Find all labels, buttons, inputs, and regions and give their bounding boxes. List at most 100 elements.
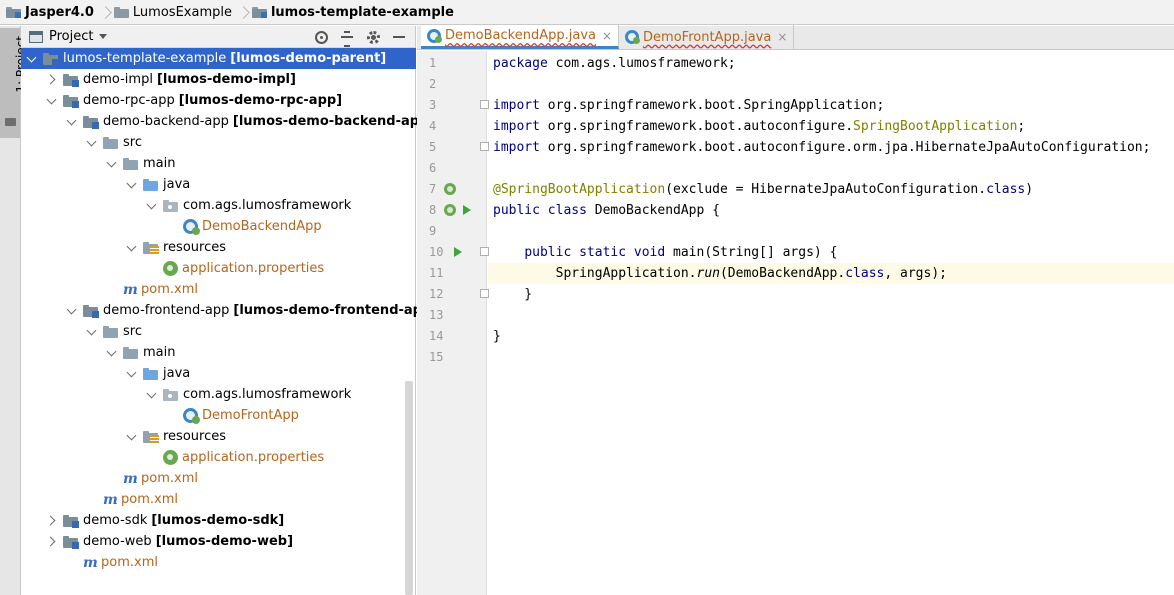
tree-item[interactable]: demo-web [lumos-demo-web] — [21, 531, 416, 552]
code-area[interactable]: package com.ags.lumosframework; import or… — [488, 51, 1174, 595]
tree-item-label: demo-sdk — [83, 513, 148, 528]
folder-icon — [123, 157, 139, 171]
project-scrollbar[interactable] — [405, 381, 413, 595]
collapse-all-button[interactable] — [337, 26, 357, 48]
tree-item[interactable]: m pom.xml — [21, 468, 416, 489]
tree-item-label: java — [163, 177, 191, 192]
tree-item[interactable]: src — [21, 321, 416, 342]
breadcrumb-item-lumos-template-example[interactable]: lumos-template-example — [251, 0, 458, 25]
tree-item[interactable]: java — [21, 363, 416, 384]
chevron-down-icon[interactable] — [127, 237, 137, 258]
tree-item[interactable]: resources — [21, 237, 416, 258]
module-folder-icon — [6, 6, 21, 18]
chevron-down-icon[interactable] — [87, 132, 97, 153]
breadcrumb-item-lumosexample[interactable]: LumosExample — [113, 0, 236, 25]
hide-panel-button[interactable] — [389, 26, 409, 48]
chevron-down-icon[interactable] — [147, 384, 157, 405]
chevron-down-icon[interactable] — [127, 174, 137, 195]
tree-item[interactable]: com.ags.lumosframework — [21, 195, 416, 216]
chevron-down-icon[interactable] — [107, 342, 117, 363]
code-token: org.springframework.boot.autoconfigure.o… — [539, 140, 1151, 155]
tree-item[interactable]: demo-rpc-app [lumos-demo-rpc-app] — [21, 90, 416, 111]
chevron-down-icon[interactable] — [87, 321, 97, 342]
tree-item-label: pom.xml — [101, 555, 158, 570]
tree-item[interactable]: demo-frontend-app [lumos-demo-frontend-ap… — [21, 300, 437, 321]
navigation-bar: Jasper4.0 LumosExample lumos-template-ex… — [0, 0, 1174, 25]
tree-item[interactable]: demo-backend-app [lumos-demo-backend-app] — [21, 111, 434, 132]
chevron-down-icon[interactable] — [147, 195, 157, 216]
java-class-icon — [183, 219, 200, 235]
breadcrumb-item-jasper[interactable]: Jasper4.0 — [6, 0, 98, 25]
tree-item-module-name: [lumos-demo-rpc-app] — [178, 93, 343, 108]
tab-demobackendapp[interactable]: DemoBackendApp.java × — [421, 25, 620, 49]
tree-item[interactable]: lumos-template-example [lumos-demo-parent… — [21, 48, 416, 69]
spring-bean-icon[interactable] — [444, 204, 456, 216]
source-folder-icon — [143, 178, 159, 192]
spring-bean-icon[interactable] — [444, 183, 456, 195]
chevron-right-icon[interactable] — [47, 510, 57, 531]
chevron-down-icon[interactable] — [127, 426, 137, 447]
tree-item[interactable]: m pom.xml — [21, 489, 416, 510]
editor-tabs: DemoBackendApp.java × DemoFrontApp.java … — [417, 25, 1174, 50]
project-tool-window-tab[interactable]: 1: Project — [0, 28, 28, 138]
close-icon[interactable]: × — [777, 30, 787, 44]
chevron-right-icon[interactable] — [47, 531, 57, 552]
maven-icon: m — [123, 281, 138, 298]
code-line: } — [488, 284, 1174, 305]
line-number: 4 — [429, 119, 437, 133]
settings-button[interactable] — [363, 26, 383, 48]
chevron-down-icon[interactable] — [67, 111, 77, 132]
chevron-down-icon[interactable] — [127, 363, 137, 384]
chevron-right-icon[interactable] — [47, 69, 57, 90]
tree-item[interactable]: demo-impl [lumos-demo-impl] — [21, 69, 416, 90]
tree-item[interactable]: demo-sdk [lumos-demo-sdk] — [21, 510, 416, 531]
tree-item[interactable]: java — [21, 174, 416, 195]
package-icon — [163, 388, 179, 402]
tree-item-label: java — [163, 366, 191, 381]
chevron-down-icon[interactable] — [27, 48, 37, 69]
collapse-icon — [341, 31, 353, 47]
run-icon[interactable] — [454, 247, 462, 257]
maven-icon: m — [123, 470, 138, 487]
project-view-selector[interactable]: Project — [49, 29, 93, 44]
tree-item[interactable]: DemoBackendApp — [21, 216, 416, 237]
code-token: } — [493, 329, 501, 344]
chevron-down-icon[interactable] — [47, 90, 57, 111]
tree-item-label: DemoBackendApp — [202, 219, 322, 234]
tree-item[interactable]: m pom.xml — [21, 552, 416, 573]
code-token: SpringApplication. — [493, 266, 697, 281]
run-icon[interactable] — [463, 205, 471, 215]
project-panel: Project lumos-template-example [lumos-dem… — [21, 26, 437, 595]
tree-item-label: resources — [163, 429, 227, 444]
tree-item[interactable]: application.properties — [21, 258, 416, 279]
tree-item[interactable]: com.ags.lumosframework — [21, 384, 416, 405]
code-token: @SpringBootApplication — [493, 182, 666, 197]
tree-item[interactable]: src — [21, 132, 416, 153]
tab-demofrontapp[interactable]: DemoFrontApp.java × — [619, 25, 795, 49]
code-token: import — [493, 98, 540, 113]
tree-item-label: src — [123, 324, 142, 339]
tree-item[interactable]: main — [21, 342, 416, 363]
line-number: 13 — [429, 308, 444, 322]
code-line: SpringApplication.run(DemoBackendApp.cla… — [488, 263, 1174, 284]
resources-folder-icon — [143, 241, 159, 255]
chevron-down-icon[interactable] — [107, 153, 117, 174]
module-folder-icon — [43, 52, 59, 66]
chevron-down-icon[interactable] — [67, 300, 77, 321]
locate-file-button[interactable] — [311, 26, 331, 48]
code-token: com.ags.lumosframework; — [547, 56, 736, 71]
tree-item[interactable]: resources — [21, 426, 416, 447]
code-editor: DemoBackendApp.java × DemoFrontApp.java … — [417, 25, 1174, 595]
tree-item[interactable]: main — [21, 153, 416, 174]
folder-icon — [103, 325, 119, 339]
line-number-gutter: 1 2 3 4 5 6 7 8 9 10 11 12 13 14 15 — [417, 51, 489, 595]
tree-item[interactable]: application.properties — [21, 447, 416, 468]
project-panel-header: Project — [21, 26, 415, 48]
close-icon[interactable]: × — [602, 29, 612, 43]
tree-item[interactable]: DemoFrontApp — [21, 405, 416, 426]
chevron-down-icon[interactable] — [99, 34, 108, 39]
breadcrumb-separator-icon — [238, 0, 248, 25]
tree-item[interactable]: m pom.xml — [21, 279, 416, 300]
